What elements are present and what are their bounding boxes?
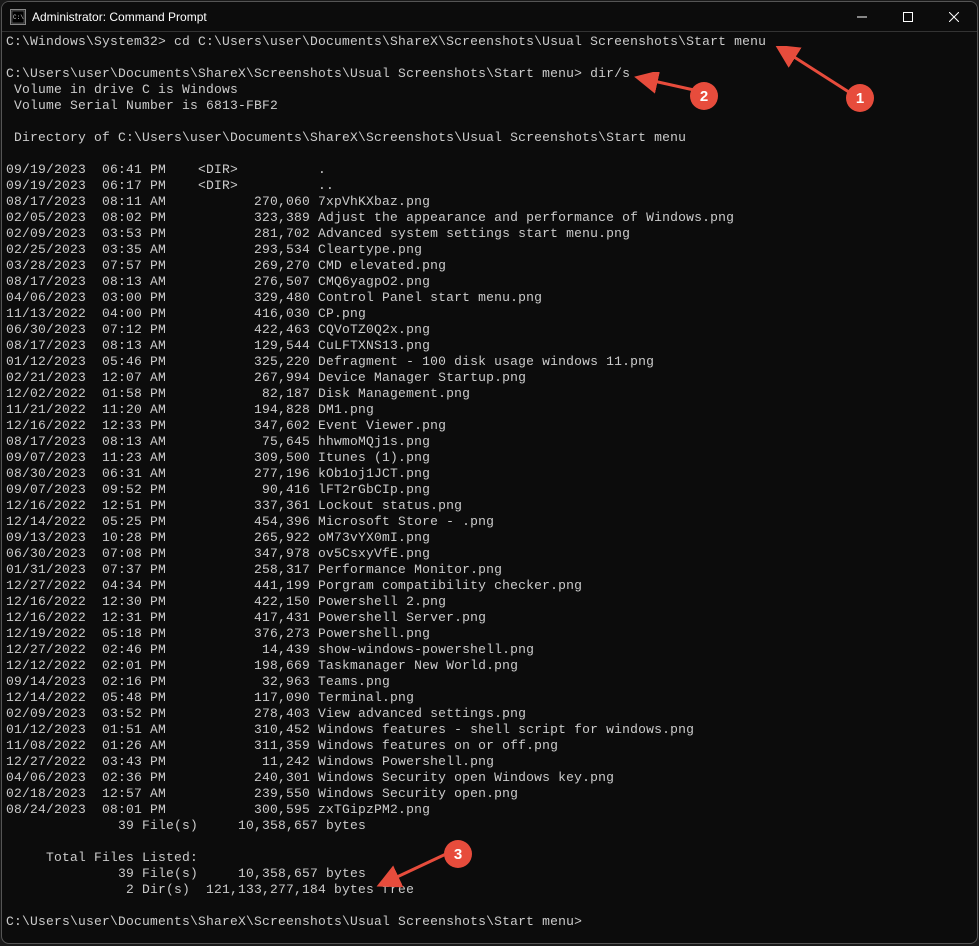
titlebar-left: C:\ Administrator: Command Prompt xyxy=(10,9,207,25)
annotation-badge-3: 3 xyxy=(444,840,472,868)
titlebar-controls xyxy=(839,2,977,32)
maximize-button[interactable] xyxy=(885,2,931,32)
command-prompt-window: C:\ Administrator: Command Prompt C:\Win… xyxy=(1,1,978,944)
close-button[interactable] xyxy=(931,2,977,32)
svg-text:C:\: C:\ xyxy=(13,14,24,21)
annotation-arrow-3 xyxy=(374,850,454,890)
annotation-badge-2: 2 xyxy=(690,82,718,110)
window-title: Administrator: Command Prompt xyxy=(32,10,207,24)
terminal-output[interactable]: C:\Windows\System32> cd C:\Users\user\Do… xyxy=(2,32,977,932)
titlebar[interactable]: C:\ Administrator: Command Prompt xyxy=(2,2,977,32)
app-icon: C:\ xyxy=(10,9,26,25)
minimize-button[interactable] xyxy=(839,2,885,32)
annotation-badge-1: 1 xyxy=(846,84,874,112)
